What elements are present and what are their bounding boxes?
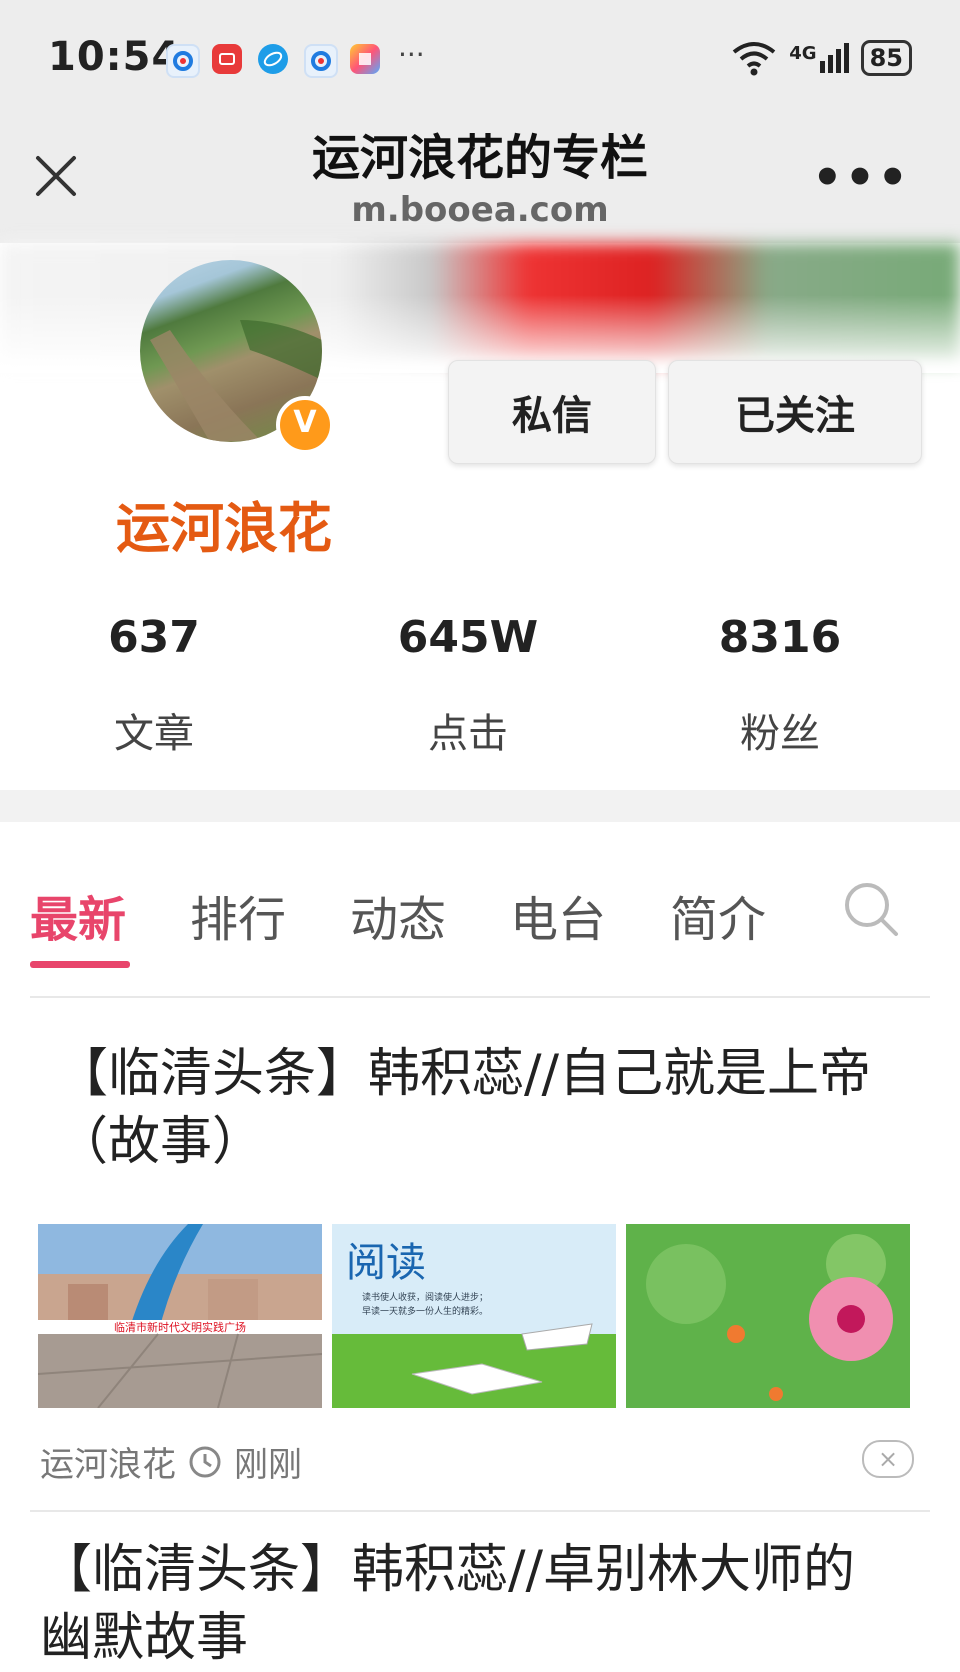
- stat-label: 点击: [428, 711, 508, 757]
- follow-button[interactable]: 已关注: [668, 360, 922, 464]
- stat-value: 645W: [397, 612, 539, 663]
- app-icon-colorful: [350, 44, 380, 74]
- article-title[interactable]: 【临清头条】韩积蕊//自己就是上帝 （故事）: [56, 1040, 926, 1176]
- stat-fans[interactable]: 8316 粉丝: [670, 612, 890, 759]
- stat-label: 文章: [114, 711, 194, 757]
- article-thumbnail-square[interactable]: 临清市新时代文明实践广场: [38, 1224, 322, 1408]
- browser-icon: [258, 44, 288, 74]
- article-title-line: 幽默故事: [40, 1608, 249, 1668]
- stat-clicks[interactable]: 645W 点击: [358, 612, 578, 759]
- message-button[interactable]: 私信: [448, 360, 656, 464]
- thumbnail-reading-title: 阅读: [346, 1240, 426, 1286]
- article-divider: [30, 1510, 930, 1512]
- app-icon-blue-circle: [166, 44, 200, 78]
- tab-activity[interactable]: 动态: [350, 880, 446, 950]
- status-right: 4G 85: [731, 36, 912, 80]
- tab-radio[interactable]: 电台: [510, 880, 606, 950]
- clock-icon: [189, 1446, 221, 1477]
- stat-value: 637: [108, 612, 200, 663]
- active-tab-indicator: [30, 961, 130, 968]
- article-title-line: （故事）: [56, 1112, 265, 1172]
- article-title[interactable]: 【临清头条】韩积蕊//卓别林大师的 幽默故事: [40, 1536, 930, 1672]
- stat-value: 8316: [718, 612, 842, 663]
- article-thumbnail-reading[interactable]: 阅读 读书使人收获，阅读使人进步； 早读一天就多一份人生的精彩。: [332, 1224, 616, 1408]
- more-menu-button[interactable]: •••: [812, 150, 910, 206]
- verified-badge-icon: V: [276, 396, 334, 454]
- stat-articles[interactable]: 637 文章: [44, 612, 264, 759]
- article-author[interactable]: 运河浪花: [40, 1437, 176, 1486]
- username: 运河浪花: [116, 497, 332, 560]
- tabs-divider: [30, 996, 930, 998]
- wifi-icon: [733, 42, 776, 76]
- search-icon[interactable]: [840, 878, 902, 940]
- status-time: 10:54: [48, 34, 181, 80]
- tab-latest[interactable]: 最新: [30, 880, 126, 950]
- signal-icon: 4G: [789, 43, 849, 73]
- network-type: 4G: [789, 43, 817, 64]
- tab-ranking[interactable]: 排行: [190, 880, 286, 950]
- article-thumbnail-flower[interactable]: [626, 1224, 910, 1408]
- thumbnail-reading-line: 早读一天就多一份人生的精彩。: [362, 1305, 488, 1317]
- article-title-line: 【临清头条】韩积蕊//自己就是上帝: [56, 1044, 872, 1104]
- app-icon-blue-circle-2: [304, 44, 338, 78]
- thumbnail-banner-text: 临清市新时代文明实践广场: [114, 1320, 246, 1334]
- article-time: 刚刚: [234, 1445, 302, 1485]
- article-title-line: 【临清头条】韩积蕊//卓别林大师的: [40, 1540, 856, 1600]
- stat-label: 粉丝: [740, 711, 820, 757]
- more-notifications-indicator: ···: [398, 38, 425, 71]
- thumbnail-reading-line: 读书使人收获，阅读使人进步；: [362, 1291, 488, 1303]
- battery-indicator: 85: [860, 40, 912, 76]
- dismiss-article-button[interactable]: ×: [862, 1440, 914, 1478]
- huawei-appgallery-icon: [212, 44, 242, 74]
- section-gap: [0, 790, 960, 822]
- tab-intro[interactable]: 简介: [670, 880, 766, 950]
- article-meta: 运河浪花 刚刚: [40, 1437, 302, 1486]
